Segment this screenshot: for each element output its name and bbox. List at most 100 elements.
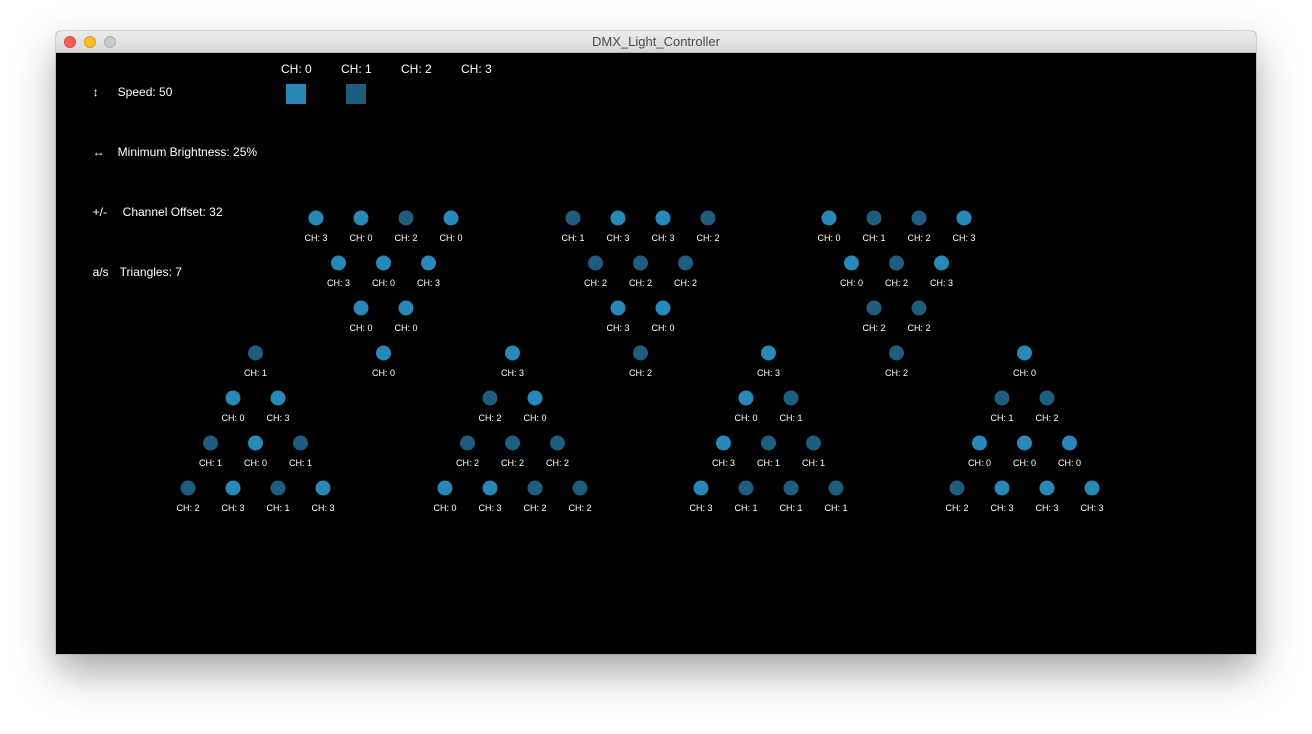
light-channel-label: CH: 0 (433, 503, 456, 513)
light-dot (828, 480, 844, 496)
light-channel-label: CH: 2 (629, 278, 652, 288)
light-channel-label: CH: 2 (885, 278, 908, 288)
light-dot (203, 435, 218, 451)
light-dot (866, 210, 882, 226)
light-channel-label: CH: 1 (990, 413, 1013, 423)
light-dot (482, 480, 498, 496)
light-channel-label: CH: 3 (606, 323, 629, 333)
light-channel-label: CH: 1 (289, 458, 312, 468)
light-channel-label: CH: 2 (862, 323, 885, 333)
light-dot (588, 255, 603, 271)
light-channel-label: CH: 0 (394, 323, 417, 333)
light-dot (353, 300, 369, 316)
light-triangle-5: CH: 3 CH: 0 CH: 1 CH: 3 CH: 1 CH: 1 CH: 3 CH: 1… (689, 345, 848, 513)
light-dot (911, 210, 927, 226)
light-channel-label: CH: 2 (568, 503, 591, 513)
light-channel-label: CH: 0 (734, 413, 757, 423)
light-channel-label: CH: 2 (176, 503, 199, 513)
light-channel-label: CH: 1 (862, 233, 885, 243)
light-dot (398, 210, 414, 226)
light-channel-label: CH: 2 (674, 278, 697, 288)
light-dot (761, 435, 776, 451)
light-channel-label: CH: 0 (372, 368, 395, 378)
light-dot (783, 480, 799, 496)
light-dot (437, 480, 453, 496)
light-dot (911, 300, 927, 316)
light-dot (565, 210, 581, 226)
light-channel-label: CH: 0 (1013, 458, 1036, 468)
light-dot (527, 390, 543, 406)
light-dot (889, 345, 904, 361)
light-channel-label: CH: 2 (523, 503, 546, 513)
light-dot (270, 480, 286, 496)
light-channel-label: CH: 3 (501, 368, 524, 378)
light-dot (994, 480, 1010, 496)
light-dot (655, 300, 671, 316)
light-dot (527, 480, 543, 496)
light-channel-label: CH: 3 (417, 278, 440, 288)
light-dot (505, 435, 520, 451)
light-channel-label: CH: 1 (561, 233, 584, 243)
light-dot (1017, 345, 1032, 361)
light-dot (572, 480, 588, 496)
light-channel-label: CH: 3 (952, 233, 975, 243)
light-channel-label: CH: 1 (244, 368, 267, 378)
light-channel-label: CH: 3 (712, 458, 735, 468)
light-channel-label: CH: 2 (885, 368, 908, 378)
light-channel-label: CH: 2 (501, 458, 524, 468)
light-channel-label: CH: 0 (1058, 458, 1081, 468)
light-dot (949, 480, 965, 496)
light-channel-label: CH: 1 (779, 503, 802, 513)
light-channel-label: CH: 0 (817, 233, 840, 243)
light-channel-label: CH: 1 (802, 458, 825, 468)
light-triangle-0: CH: 3 CH: 0 CH: 2 CH: 0 CH: 3 CH: 0 CH: 3 CH: 0… (304, 210, 463, 378)
light-dot (248, 435, 263, 451)
light-triangle-4: CH: 3 CH: 2 CH: 0 CH: 2 CH: 2 CH: 2 CH: 0 CH: 3… (433, 345, 592, 513)
light-dot (610, 210, 626, 226)
light-channel-label: CH: 2 (907, 323, 930, 333)
light-dot (806, 435, 821, 451)
light-dot (376, 255, 391, 271)
title-bar[interactable]: DMX_Light_Controller (56, 31, 1256, 53)
light-dot (844, 255, 859, 271)
light-channel-label: CH: 2 (907, 233, 930, 243)
light-dot (270, 390, 286, 406)
light-channel-label: CH: 3 (1080, 503, 1103, 513)
light-dot (1039, 390, 1055, 406)
light-dot (738, 390, 754, 406)
light-dot (693, 480, 709, 496)
light-channel-label: CH: 0 (523, 413, 546, 423)
light-channel-label: CH: 2 (456, 458, 479, 468)
light-channel-label: CH: 0 (349, 233, 372, 243)
light-dot (1062, 435, 1077, 451)
light-canvas[interactable]: ↕ Speed: 50 ↔ Minimum Brightness: 25% +/- C… (56, 53, 1256, 654)
light-channel-label: CH: 1 (824, 503, 847, 513)
light-dot (1039, 480, 1055, 496)
light-channel-label: CH: 0 (372, 278, 395, 288)
light-channel-label: CH: 0 (840, 278, 863, 288)
light-dot (180, 480, 196, 496)
light-dot (821, 210, 837, 226)
light-triangle-6: CH: 0 CH: 1 CH: 2 CH: 0 CH: 0 CH: 0 CH: 2 CH: 3… (945, 345, 1104, 513)
light-dot (315, 480, 331, 496)
light-dot (934, 255, 949, 271)
light-channel-label: CH: 2 (394, 233, 417, 243)
light-channel-label: CH: 3 (221, 503, 244, 513)
light-channel-label: CH: 3 (689, 503, 712, 513)
light-channel-label: CH: 0 (651, 323, 674, 333)
light-channel-label: CH: 2 (629, 368, 652, 378)
window-title: DMX_Light_Controller (592, 34, 720, 49)
light-channel-label: CH: 1 (199, 458, 222, 468)
light-channel-label: CH: 3 (757, 368, 780, 378)
light-channel-label: CH: 0 (349, 323, 372, 333)
light-channel-label: CH: 1 (779, 413, 802, 423)
light-channel-label: CH: 3 (1035, 503, 1058, 513)
light-channel-label: CH: 3 (990, 503, 1013, 513)
light-dot (972, 435, 987, 451)
light-channel-label: CH: 1 (734, 503, 757, 513)
light-channel-label: CH: 0 (1013, 368, 1036, 378)
light-grid: CH: 3 CH: 0 CH: 2 CH: 0 CH: 3 CH: 0 CH: 3 CH: 0… (176, 210, 1104, 513)
app-window: DMX_Light_Controller ↕ Speed: 50 ↔ Minimum… (56, 31, 1256, 654)
light-channel-label: CH: 0 (221, 413, 244, 423)
light-channel-label: CH: 3 (304, 233, 327, 243)
